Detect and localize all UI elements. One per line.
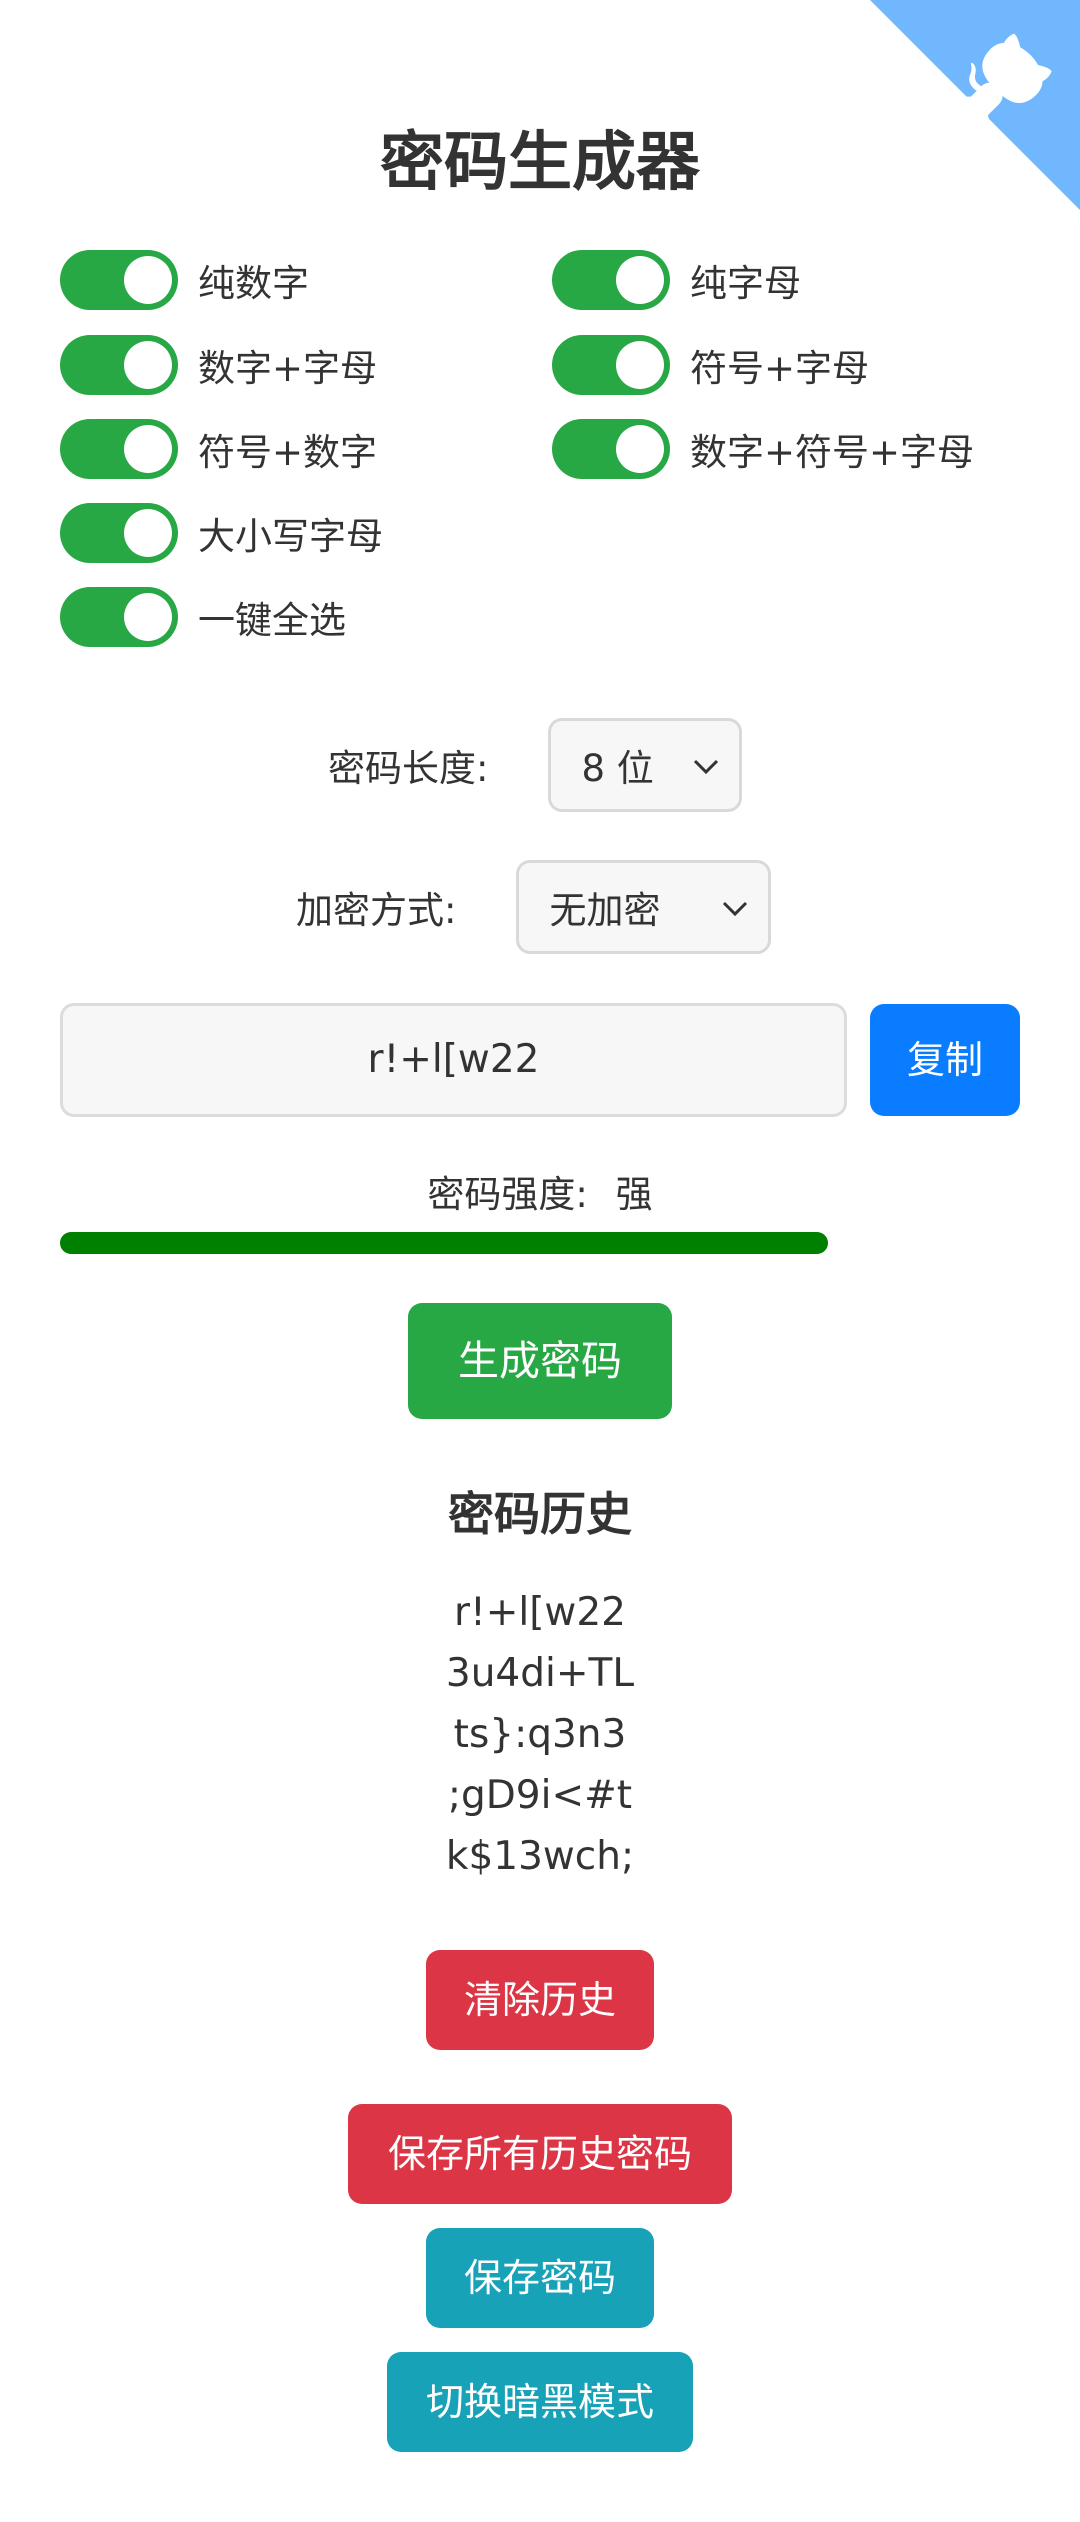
encryption-label: 加密方式: [296, 889, 457, 932]
history-item: r!+l[w22 [454, 1590, 626, 1635]
history-title: 密码历史 [448, 1487, 632, 1541]
toggle-knob [124, 509, 172, 557]
chevron-down-icon [694, 759, 719, 775]
numbers-only-toggle[interactable] [60, 250, 178, 310]
toggle-knob [124, 593, 172, 641]
mixed-case-toggle[interactable] [60, 503, 178, 563]
toggle-knob [124, 341, 172, 389]
option-label: 一键全选 [198, 599, 346, 642]
toggle-knob [616, 425, 664, 473]
toggle-knob [616, 341, 664, 389]
symbols-numbers-toggle[interactable] [60, 419, 178, 479]
option-symbols-letters[interactable]: 符号+字母 [552, 333, 869, 397]
history-item: 3u4di+TL [445, 1651, 635, 1696]
option-numbers-letters[interactable]: 数字+字母 [60, 333, 377, 397]
length-label: 密码长度: [328, 747, 489, 790]
option-numbers-only[interactable]: 纯数字 [60, 248, 309, 312]
option-letters-only[interactable]: 纯字母 [552, 248, 801, 312]
option-label: 符号+数字 [198, 431, 378, 474]
history-item: ts}:q3n3 [453, 1712, 627, 1757]
option-label: 大小写字母 [198, 515, 383, 558]
toggle-knob [124, 256, 172, 304]
length-select[interactable]: 8 位 [548, 718, 743, 812]
strength-value: 强 [615, 1173, 653, 1216]
generate-button[interactable]: 生成密码 [408, 1303, 672, 1419]
toggle-knob [616, 256, 664, 304]
encryption-value: 无加密 [549, 889, 661, 932]
copy-button[interactable]: 复制 [870, 1004, 1020, 1116]
strength-bar [60, 1232, 828, 1254]
option-label: 符号+字母 [690, 347, 870, 390]
encryption-row: 加密方式: 无加密 [296, 860, 772, 954]
option-mixed-case[interactable]: 大小写字母 [60, 501, 383, 565]
numbers-symbols-letters-toggle[interactable] [552, 419, 670, 479]
save-password-button[interactable]: 保存密码 [426, 2228, 654, 2328]
length-row: 密码长度: 8 位 [328, 718, 743, 812]
option-select-all[interactable]: 一键全选 [60, 585, 346, 649]
dark-mode-toggle-button[interactable]: 切换暗黑模式 [387, 2352, 693, 2452]
encryption-select[interactable]: 无加密 [516, 860, 772, 954]
numbers-letters-toggle[interactable] [60, 335, 178, 395]
option-label: 纯数字 [198, 262, 309, 305]
option-label: 数字+字母 [198, 347, 378, 390]
option-label: 纯字母 [690, 262, 801, 305]
strength-label: 密码强度: [427, 1173, 588, 1216]
option-label: 数字+符号+字母 [690, 431, 975, 474]
symbols-letters-toggle[interactable] [552, 335, 670, 395]
chevron-down-icon [723, 901, 748, 917]
history-list: r!+l[w22 3u4di+TL ts}:q3n3 ;gD9i<#t k$13… [0, 1582, 1080, 1887]
strength-indicator: 密码强度: 强 [0, 1164, 1080, 1218]
history-item: k$13wch; [445, 1834, 635, 1879]
password-output[interactable]: r!+l[w22 [60, 1003, 847, 1117]
letters-only-toggle[interactable] [552, 250, 670, 310]
length-value: 8 位 [581, 747, 654, 790]
clear-history-button[interactable]: 清除历史 [426, 1950, 654, 2050]
option-symbols-numbers[interactable]: 符号+数字 [60, 417, 377, 481]
select-all-toggle[interactable] [60, 587, 178, 647]
history-item: ;gD9i<#t [447, 1773, 633, 1818]
page-title: 密码生成器 [380, 126, 700, 200]
toggle-knob [124, 425, 172, 473]
option-numbers-symbols-letters[interactable]: 数字+符号+字母 [552, 417, 974, 481]
save-all-history-button[interactable]: 保存所有历史密码 [348, 2104, 732, 2204]
